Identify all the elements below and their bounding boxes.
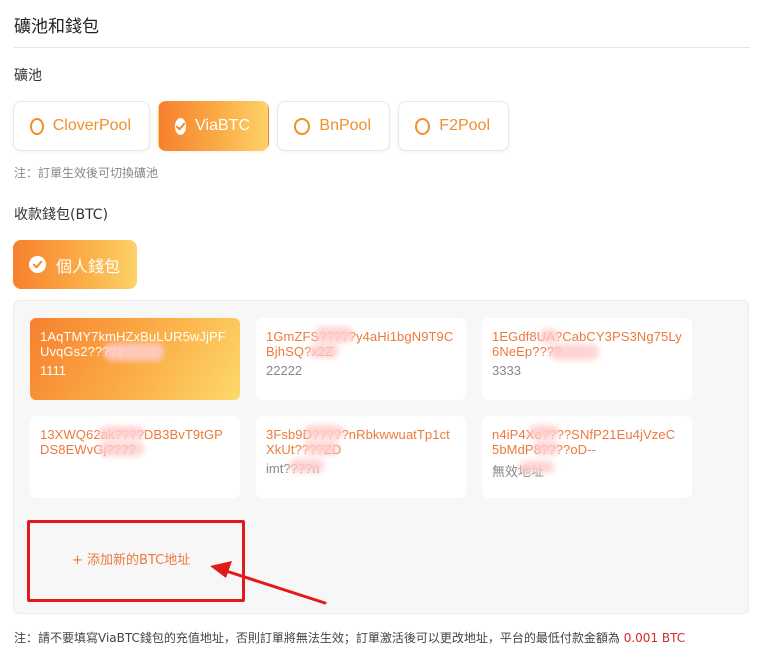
pool-option-label: F2Pool [439,117,490,134]
check-circle-icon [29,256,46,273]
annotation-highlight-box [27,520,245,602]
address-card[interactable]: 1GmZFS?????y4aHi1bgN9T9CBjhSQ?x2Z 22222 [256,318,466,400]
footnote-text: 注：請不要填寫ViaBTC錢包的充值地址，否則訂單將無法生效；訂單激活後可以更改… [14,631,620,645]
pool-option-f2pool[interactable]: F2Pool [398,101,509,151]
page-title: 礦池和錢包 [14,17,99,37]
privacy-blur [314,327,354,343]
pool-note: 注：訂單生效後可切換礦池 [14,166,159,180]
pool-option-bnpool[interactable]: BnPool [277,101,390,151]
privacy-blur [104,343,164,361]
privacy-blur [534,441,559,455]
privacy-blur [539,329,559,343]
address-text: n4iP4Xe????SNfP21Eu4jVzeC5bMdP8????oD-- [492,427,676,457]
pool-option-label: BnPool [319,117,371,134]
address-text: 1GmZFS?????y4aHi1bgN9T9CBjhSQ?x2Z [266,329,454,359]
privacy-blur [304,425,344,439]
min-payment-amount: 0.001 BTC [623,631,686,645]
pool-options: CloverPool ViaBTC BnPool F2Pool [13,101,509,151]
address-text: 3Fsb9D?????nRbkwwuatTp1ctXkUt????ZD [266,427,450,457]
radio-empty-icon [415,117,431,135]
pool-option-label: CloverPool [52,117,131,134]
wallet-label: 收款錢包(BTC) [14,207,109,223]
footnote: 注：請不要填寫ViaBTC錢包的充值地址，否則訂單將無法生效；訂單激活後可以更改… [14,629,685,646]
pool-label: 礦池 [14,68,42,84]
address-name: 22222 [266,363,303,378]
privacy-blur [99,426,144,440]
privacy-blur [309,344,339,358]
address-card[interactable]: n4iP4Xe????SNfP21Eu4jVzeC5bMdP8????oD-- … [482,416,692,498]
privacy-blur [549,344,599,360]
divider [14,47,750,48]
pool-option-label: ViaBTC [195,117,250,134]
check-circle-icon [175,117,187,135]
privacy-blur [519,461,554,473]
privacy-blur [99,442,144,456]
radio-empty-icon [30,117,44,135]
wallet-type-label: 個人錢包 [56,256,121,276]
privacy-blur [304,441,339,455]
privacy-blur [529,425,559,439]
pool-option-cloverpool[interactable]: CloverPool [13,101,150,151]
address-card[interactable]: 3Fsb9D?????nRbkwwuatTp1ctXkUt????ZD imt?… [256,416,466,498]
wallet-type-personal[interactable]: 個人錢包 [13,240,137,289]
pool-option-viabtc[interactable]: ViaBTC [158,101,269,151]
address-name: 1111 [40,363,67,378]
radio-empty-icon [294,117,311,135]
address-name: 3333 [492,363,521,378]
privacy-blur [289,459,324,473]
